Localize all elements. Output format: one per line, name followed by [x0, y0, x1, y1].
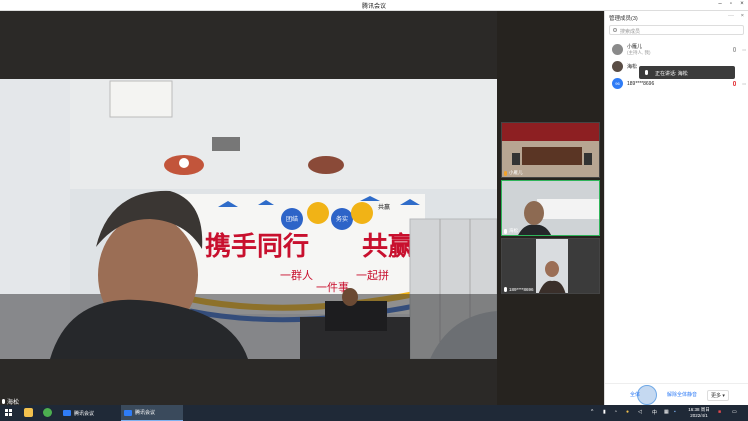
- member-role: (主持人, 我): [627, 49, 651, 55]
- tencent-meeting-icon: [124, 409, 132, 416]
- maximize-icon[interactable]: ▫: [727, 1, 735, 7]
- clock-date: 2022/4/1: [690, 413, 708, 418]
- banner-sub-3: 一起拼: [356, 268, 389, 282]
- banner-circle-3: 共赢: [378, 203, 390, 211]
- taskbar-app-label: 腾讯会议: [74, 410, 95, 417]
- thumbnail-name: 海松: [509, 228, 518, 233]
- thumbnail-label: 189****8696: [504, 287, 534, 292]
- thumbnail-video-active[interactable]: 海松: [501, 180, 600, 236]
- app-icon[interactable]: [43, 408, 52, 417]
- member-info: 海松: [627, 64, 637, 70]
- minimize-icon[interactable]: –: [716, 1, 724, 7]
- banner-circle-1: 团结: [286, 215, 298, 223]
- avatar: [612, 44, 623, 55]
- notification-badge-icon[interactable]: ■: [718, 409, 721, 415]
- avatar: 96: [612, 78, 623, 89]
- video-stage: 团结 务实 共赢 携手同行 共赢 一群人 一件事 一起拼 海松 小雁儿 海松 1…: [0, 11, 604, 406]
- thumbnail-label: 海松: [504, 228, 518, 234]
- mic-icon: [645, 70, 648, 75]
- thumbnail-video[interactable]: 189****8696: [501, 238, 600, 294]
- member-search-input[interactable]: 搜索成员: [609, 25, 744, 35]
- thumbnail-strip: 小雁儿 海松 189****8696: [497, 11, 604, 405]
- file-explorer-icon[interactable]: [24, 408, 33, 417]
- taskbar-app[interactable]: 腾讯会议: [60, 405, 118, 421]
- input-language[interactable]: 中: [652, 409, 657, 416]
- banner-main-text: 携手同行: [205, 231, 309, 262]
- wifi-icon[interactable]: ◔: [614, 409, 617, 415]
- member-name: 189****8696: [627, 80, 655, 87]
- taskbar-app-label: 腾讯会议: [135, 410, 156, 416]
- thumbnail-video[interactable]: 小雁儿: [501, 122, 600, 178]
- chevron-up-icon[interactable]: ^: [591, 409, 593, 415]
- speaking-tooltip: 正在讲话: 海松: [639, 66, 735, 79]
- camera-icon[interactable]: ▭: [742, 81, 746, 86]
- speaking-text: 正在讲话: 海松: [655, 71, 688, 77]
- mic-muted-icon[interactable]: [733, 81, 736, 86]
- close-icon[interactable]: ×: [738, 1, 746, 7]
- mic-icon: [2, 399, 5, 404]
- thumbnail-name: 小雁儿: [509, 170, 523, 175]
- title-bar: 腾讯会议 – ▫ ×: [0, 0, 748, 11]
- meeting-window: 腾讯会议 – ▫ × 团结 务实 共赢 携手同行 共赢 一群人 一件事 一起拼 …: [0, 0, 748, 406]
- taskbar-app-active[interactable]: 腾讯会议: [121, 405, 183, 421]
- thumbnail-name: 189****8696: [509, 287, 534, 292]
- search-placeholder: 搜索成员: [620, 29, 641, 35]
- panel-header: 管理成员(3) ··· ×: [605, 11, 748, 23]
- thumbnail-scene: [502, 239, 599, 293]
- avatar: [612, 61, 623, 72]
- mic-icon: [504, 170, 507, 176]
- more-options-icon[interactable]: ···: [728, 13, 734, 19]
- input-method-icon[interactable]: ▦: [664, 409, 669, 415]
- more-label: 更多: [711, 393, 722, 399]
- member-name: 海松: [627, 63, 638, 70]
- panel-footer: 全体 解除全体静音 更多 ▾: [605, 383, 748, 405]
- banner-right-text: 共赢: [362, 231, 414, 262]
- system-clock[interactable]: 16:38 周日 2022/4/1: [682, 407, 716, 419]
- close-panel-icon[interactable]: ×: [741, 13, 744, 19]
- panel-title: 管理成员(3): [609, 16, 638, 22]
- mic-icon: [504, 287, 507, 292]
- tencent-meeting-icon: [63, 410, 71, 416]
- member-row[interactable]: 小雁儿 (主持人, 我) ▭: [605, 41, 748, 58]
- member-info: 小雁儿 (主持人, 我): [627, 44, 651, 56]
- more-button[interactable]: 更多 ▾: [707, 390, 729, 401]
- camera-icon[interactable]: ▭: [742, 47, 746, 52]
- main-video-scene: 团结 务实 共赢 携手同行 共赢 一群人 一件事 一起拼: [0, 79, 497, 359]
- search-icon: [613, 28, 617, 32]
- main-video[interactable]: 团结 务实 共赢 携手同行 共赢 一群人 一件事 一起拼: [0, 79, 497, 359]
- volume-icon[interactable]: ◁: [638, 409, 642, 415]
- tray-app-icon[interactable]: ●: [626, 409, 629, 415]
- banner-circle-2: 务实: [336, 215, 348, 223]
- keyboard-icon[interactable]: ▪: [674, 409, 676, 415]
- mic-tray-icon[interactable]: ▮: [603, 409, 606, 415]
- member-info: 189****8696: [627, 81, 654, 87]
- unmute-all-button[interactable]: 解除全体静音: [667, 391, 697, 398]
- window-title: 腾讯会议: [361, 4, 386, 10]
- mute-all-button[interactable]: 全体: [630, 391, 640, 398]
- mic-icon: [504, 228, 507, 234]
- thumbnail-label: 小雁儿: [504, 170, 523, 176]
- taskbar: 腾讯会议 腾讯会议 ^ ▮ ◔ ● ◁ 中 ▦ ▪ 16:38 周日 2022/…: [0, 405, 748, 421]
- action-center-icon[interactable]: ▭: [732, 409, 737, 415]
- windows-start-icon[interactable]: [5, 409, 12, 416]
- banner-sub-1: 一群人: [280, 268, 313, 282]
- mic-icon[interactable]: [733, 47, 736, 52]
